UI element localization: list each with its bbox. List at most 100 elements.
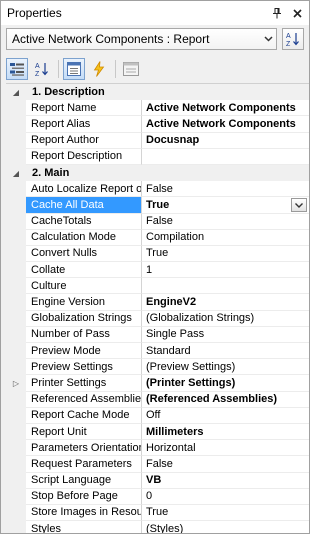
collapse-icon[interactable]: ◢ <box>6 164 26 182</box>
property-value[interactable]: Active Network Components <box>142 116 309 133</box>
property-row[interactable]: Globalization Strings (Globalization Stri… <box>6 310 309 327</box>
row-gutter <box>6 456 26 473</box>
property-row[interactable]: Auto Localize Report o False <box>6 181 309 198</box>
property-row[interactable]: Report Name Active Network Components <box>6 100 309 117</box>
alphabetical-view-button[interactable]: A Z <box>31 58 53 80</box>
properties-view-button[interactable] <box>63 58 85 80</box>
properties-panel: Properties Active Network Components : R… <box>0 0 310 534</box>
row-gutter <box>6 181 26 198</box>
category-label: 1. Description <box>32 86 105 99</box>
row-gutter <box>6 229 26 246</box>
property-row[interactable]: Convert Nulls True <box>6 245 309 263</box>
sort-az-button[interactable]: A Z <box>282 28 304 50</box>
object-selector-value: Active Network Components : Report <box>12 32 210 46</box>
row-gutter <box>6 343 26 360</box>
property-value[interactable]: 0 <box>142 489 309 505</box>
property-value[interactable]: Single Pass <box>142 327 309 343</box>
property-value[interactable]: (Printer Settings) <box>142 375 309 392</box>
property-row[interactable]: Number of Pass Single Pass <box>6 326 309 343</box>
property-name: Culture <box>26 278 142 295</box>
property-row[interactable]: Parameters Orientation Horizontal <box>6 440 309 457</box>
property-value[interactable]: False <box>142 456 309 473</box>
property-name: Convert Nulls <box>26 245 142 263</box>
property-value[interactable]: Docusnap <box>142 133 309 149</box>
property-name: Collate <box>26 262 142 279</box>
property-row[interactable]: Culture <box>6 278 309 295</box>
property-pages-button[interactable] <box>120 58 142 80</box>
properties-icon <box>67 62 81 76</box>
property-value[interactable]: (Preview Settings) <box>142 359 309 376</box>
property-value[interactable]: 1 <box>142 262 309 279</box>
property-value[interactable]: (Globalization Strings) <box>142 311 309 327</box>
row-gutter <box>6 359 26 376</box>
svg-text:A: A <box>35 63 40 70</box>
property-value[interactable] <box>142 149 309 165</box>
property-value[interactable]: VB <box>142 473 309 489</box>
svg-text:Z: Z <box>35 71 40 77</box>
property-name: Cache All Data <box>26 197 142 214</box>
property-row[interactable]: Report Cache Mode Off <box>6 407 309 424</box>
property-value[interactable]: False <box>142 181 309 198</box>
property-row[interactable]: Referenced Assemblie (Referenced Assembli… <box>6 391 309 408</box>
property-row[interactable]: Store Images in Resour True <box>6 504 309 522</box>
object-selector-row: Active Network Components : Report A Z <box>6 28 306 52</box>
property-value[interactable]: Horizontal <box>142 440 309 457</box>
property-row[interactable]: Report Alias Active Network Components <box>6 116 309 133</box>
property-value[interactable]: EngineV2 <box>142 294 309 311</box>
row-gutter <box>6 116 26 133</box>
property-value[interactable]: (Referenced Assemblies) <box>142 392 309 408</box>
property-row[interactable]: Preview Mode Standard <box>6 343 309 360</box>
property-row[interactable]: Report Description <box>6 148 309 165</box>
property-value[interactable] <box>142 278 309 295</box>
property-row[interactable]: CacheTotals False <box>6 213 309 230</box>
property-row[interactable]: Script Language VB <box>6 472 309 489</box>
property-row[interactable]: Cache All Data True <box>6 197 309 214</box>
property-value[interactable]: Standard <box>142 343 309 360</box>
property-row[interactable]: ▷ Printer Settings (Printer Settings) <box>6 375 309 392</box>
property-row[interactable]: Report Author Docusnap <box>6 132 309 149</box>
row-gutter <box>6 278 26 295</box>
collapse-icon[interactable]: ◢ <box>6 84 26 101</box>
property-value[interactable]: Compilation <box>142 230 309 246</box>
categorized-view-button[interactable] <box>6 58 28 80</box>
property-row[interactable]: Request Parameters False <box>6 456 309 473</box>
row-gutter <box>6 100 26 117</box>
property-name: Report Cache Mode <box>26 407 142 424</box>
svg-text:A: A <box>286 33 291 40</box>
events-view-button[interactable] <box>88 58 110 80</box>
row-gutter <box>6 132 26 149</box>
property-row[interactable]: Engine Version EngineV2 <box>6 294 309 311</box>
property-value[interactable]: Off <box>142 408 309 424</box>
property-name: Report Description <box>26 148 142 165</box>
row-gutter <box>6 294 26 311</box>
property-name: Request Parameters <box>26 456 142 473</box>
categorized-icon <box>10 63 24 76</box>
property-value[interactable]: False <box>142 214 309 230</box>
property-value[interactable]: (Styles) <box>142 521 309 533</box>
property-name: Store Images in Resour <box>26 504 142 522</box>
property-name: Auto Localize Report o <box>26 181 142 198</box>
property-row[interactable]: Calculation Mode Compilation <box>6 229 309 246</box>
property-value[interactable]: Millimeters <box>142 424 309 441</box>
property-row[interactable]: Preview Settings (Preview Settings) <box>6 359 309 376</box>
expand-icon[interactable]: ▷ <box>6 375 26 392</box>
object-selector-combo[interactable]: Active Network Components : Report <box>6 28 277 50</box>
property-value[interactable]: True <box>142 505 309 522</box>
pin-icon[interactable] <box>269 5 285 21</box>
category-label: 2. Main <box>32 167 70 180</box>
dropdown-button[interactable] <box>291 198 307 213</box>
close-icon[interactable] <box>289 5 305 21</box>
property-row[interactable]: Stop Before Page 0 <box>6 488 309 505</box>
property-value[interactable]: Active Network Components <box>142 100 309 117</box>
property-row[interactable]: Styles (Styles) <box>6 521 309 533</box>
property-name: Report Author <box>26 132 142 149</box>
property-row[interactable]: Collate 1 <box>6 262 309 279</box>
row-gutter <box>6 262 26 279</box>
row-gutter <box>6 197 26 214</box>
property-value[interactable]: True <box>142 246 309 263</box>
property-value[interactable]: True <box>142 197 309 214</box>
category-row[interactable]: ◢ 2. Main <box>6 164 309 182</box>
property-row[interactable]: Report Unit Millimeters <box>6 423 309 441</box>
category-row[interactable]: ◢ 1. Description <box>6 84 309 101</box>
property-grid: ◢ 1. Description Report Name Active Network… <box>6 83 309 533</box>
